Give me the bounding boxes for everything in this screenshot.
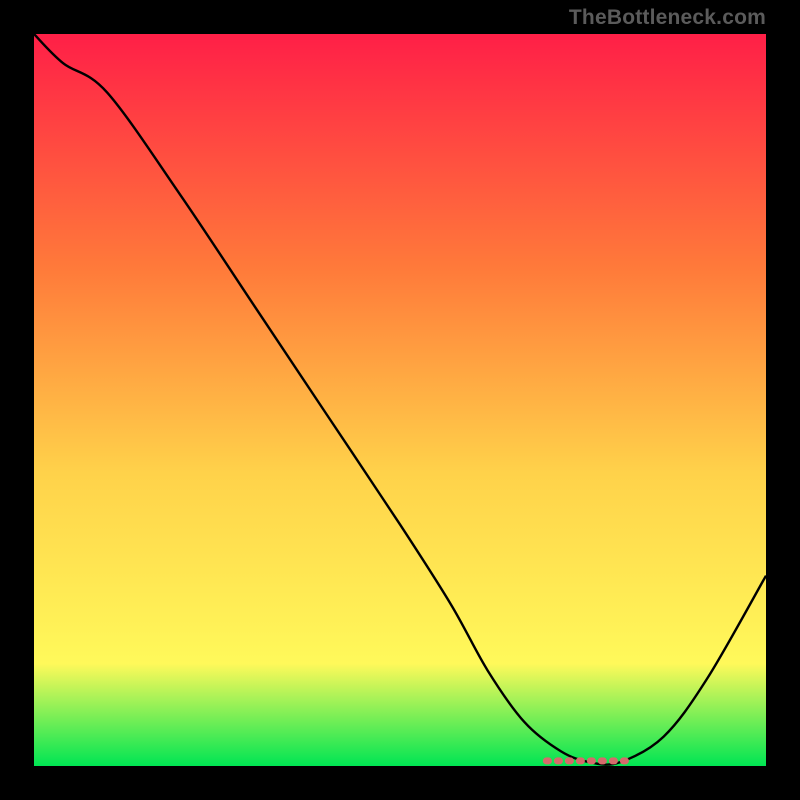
gradient-background (34, 34, 766, 766)
watermark-label: TheBottleneck.com (569, 6, 766, 30)
plot-area (34, 34, 766, 766)
chart-svg (34, 34, 766, 766)
chart-frame: TheBottleneck.com (0, 0, 800, 800)
